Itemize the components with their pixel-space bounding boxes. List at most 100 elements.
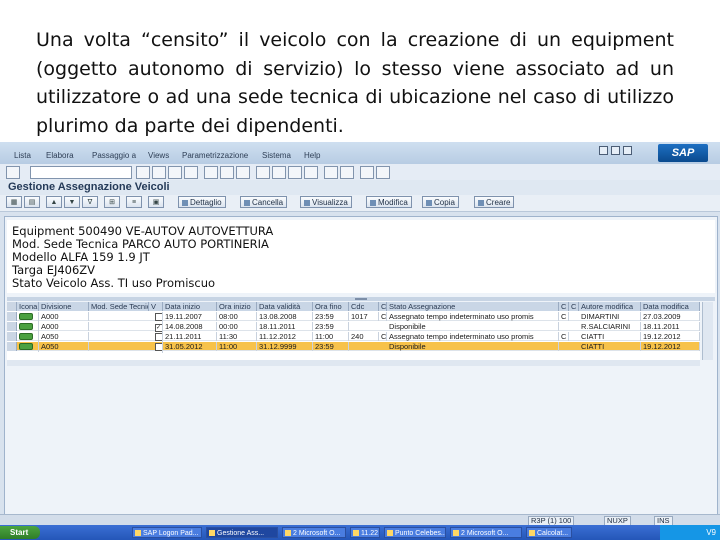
- task-sap-logon[interactable]: SAP Logon Pad...: [132, 527, 202, 538]
- menu-item-parametrizzazione[interactable]: Parametrizzazione: [182, 151, 248, 160]
- task-time[interactable]: 11.22: [350, 527, 380, 538]
- command-field[interactable]: [30, 166, 132, 179]
- column-header[interactable]: C: [379, 302, 387, 311]
- task-punto[interactable]: Punto Celebes...: [384, 527, 446, 538]
- cancel-icon[interactable]: [184, 166, 198, 179]
- dettaglio-button[interactable]: Dettaglio: [178, 196, 226, 208]
- last-page-icon[interactable]: [304, 166, 318, 179]
- delete-icon: [244, 200, 250, 206]
- splitter-handle[interactable]: [7, 297, 715, 301]
- column-header[interactable]: Data validità: [257, 302, 313, 311]
- deselect-icon[interactable]: ▤: [24, 196, 40, 208]
- row-checkbox[interactable]: [155, 324, 162, 332]
- save-icon[interactable]: [136, 166, 150, 179]
- menu-item-elabora[interactable]: Elabora: [46, 151, 74, 160]
- creare-button[interactable]: Creare: [474, 196, 515, 208]
- table-row[interactable]: A000 19.11.2007 08:00 13.08.2008 23:59 1017 C A…: [7, 312, 700, 323]
- table-cell: C: [559, 312, 569, 321]
- splitter-grip[interactable]: [355, 298, 367, 300]
- filter-icon[interactable]: ∇: [82, 196, 98, 208]
- table-cell: 00:00: [217, 322, 257, 331]
- table-row[interactable]: A050 31.05.2012 11:00 31.12.9999 23:59 Dispon…: [7, 342, 700, 353]
- row-selector[interactable]: [7, 312, 17, 321]
- minimize-icon[interactable]: [599, 146, 608, 155]
- task-gestione[interactable]: Gestione Ass...: [206, 527, 278, 538]
- menu-item-views[interactable]: Views: [148, 151, 169, 160]
- status-light-icon: [17, 342, 39, 352]
- standard-toolbar: [0, 164, 720, 181]
- select-all-icon[interactable]: ▦: [6, 196, 22, 208]
- table-cell: 1017: [349, 312, 379, 321]
- find-icon[interactable]: [220, 166, 234, 179]
- maximize-icon[interactable]: [611, 146, 620, 155]
- close-icon[interactable]: [623, 146, 632, 155]
- first-page-icon[interactable]: [256, 166, 270, 179]
- row-checkbox[interactable]: [155, 333, 162, 341]
- table-cell: A050: [39, 332, 89, 341]
- table-row[interactable]: A050 21.11.2011 11:30 11.12.2012 11:00 240 C As…: [7, 332, 700, 343]
- modifica-button[interactable]: Modifica: [366, 196, 412, 208]
- layout-save-icon[interactable]: ▣: [148, 196, 164, 208]
- enter-icon[interactable]: [6, 166, 20, 179]
- table-cell: CIATTI: [579, 342, 641, 351]
- cancella-button[interactable]: Cancella: [240, 196, 288, 208]
- table-cell: C: [381, 332, 387, 341]
- column-header[interactable]: C: [569, 302, 579, 311]
- layout-icon[interactable]: [376, 166, 390, 179]
- sort-asc-icon[interactable]: ▲: [46, 196, 62, 208]
- row-checkbox[interactable]: [155, 313, 162, 321]
- column-header[interactable]: Mod. Sede Tecnica: [89, 302, 149, 311]
- column-header[interactable]: Data modifica: [641, 302, 700, 311]
- row-selector[interactable]: [7, 342, 17, 351]
- table-cell: 11:00: [313, 332, 349, 341]
- page-title: Gestione Assegnazione Veicoli: [8, 181, 170, 193]
- menu-bar: Lista Elabora Passaggio a Views Parametr…: [0, 142, 720, 165]
- modifica-label: Modifica: [378, 198, 408, 207]
- work-area: Equipment 500490 VE-AUTOV AUTOVETTURA Mo…: [4, 216, 718, 516]
- new-session-icon[interactable]: [324, 166, 338, 179]
- column-header[interactable]: Ora fino: [313, 302, 349, 311]
- shortcut-icon[interactable]: [340, 166, 354, 179]
- start-button[interactable]: Start: [0, 526, 40, 539]
- next-page-icon[interactable]: [288, 166, 302, 179]
- vertical-scrollbar[interactable]: [702, 302, 713, 360]
- layout-choose-icon[interactable]: ≡: [126, 196, 142, 208]
- back-icon[interactable]: [152, 166, 166, 179]
- task-microsoft-1[interactable]: 2 Microsoft O...: [282, 527, 346, 538]
- export-icon[interactable]: ⊞: [104, 196, 120, 208]
- row-checkbox[interactable]: [155, 343, 162, 351]
- horizontal-scrollbar[interactable]: [7, 360, 700, 366]
- sort-desc-icon[interactable]: ▼: [64, 196, 80, 208]
- menu-item-passaggio[interactable]: Passaggio a: [92, 151, 136, 160]
- find-next-icon[interactable]: [236, 166, 250, 179]
- copia-button[interactable]: Copia: [422, 196, 459, 208]
- column-header[interactable]: Divisione: [39, 302, 89, 311]
- table-cell: 31.05.2012: [163, 342, 217, 351]
- header-selector[interactable]: [7, 302, 17, 311]
- task-microsoft-2[interactable]: 2 Microsoft O...: [450, 527, 522, 538]
- column-header[interactable]: C: [559, 302, 569, 311]
- menu-item-lista[interactable]: Lista: [14, 151, 31, 160]
- column-header[interactable]: Ora inizio: [217, 302, 257, 311]
- column-header[interactable]: Icona: [17, 302, 39, 311]
- menu-item-help[interactable]: Help: [304, 151, 320, 160]
- row-selector[interactable]: [7, 322, 17, 331]
- help-icon[interactable]: [360, 166, 374, 179]
- visualizza-button[interactable]: Visualizza: [300, 196, 352, 208]
- column-header[interactable]: Stato Assegnazione: [387, 302, 559, 311]
- windows-taskbar: Start SAP Logon Pad... Gestione Ass... 2…: [0, 525, 720, 540]
- column-header[interactable]: Autore modifica: [579, 302, 641, 311]
- task-calcolatrice[interactable]: Calcolat...: [526, 527, 572, 538]
- column-header[interactable]: Data inizio: [163, 302, 217, 311]
- column-header[interactable]: V: [149, 302, 163, 311]
- exit-icon[interactable]: [168, 166, 182, 179]
- row-selector[interactable]: [7, 332, 17, 341]
- status-light-icon: [17, 322, 39, 332]
- table-cell: 27.03.2009: [641, 312, 700, 321]
- table-row[interactable]: A00014.08.200800:0018.11.201123:59Dispon…: [7, 322, 700, 332]
- grid-header: Icona Divisione Mod. Sede Tecnica V Data ini…: [7, 302, 700, 311]
- print-icon[interactable]: [204, 166, 218, 179]
- menu-item-sistema[interactable]: Sistema: [262, 151, 291, 160]
- column-header[interactable]: Cdc: [349, 302, 379, 311]
- previous-page-icon[interactable]: [272, 166, 286, 179]
